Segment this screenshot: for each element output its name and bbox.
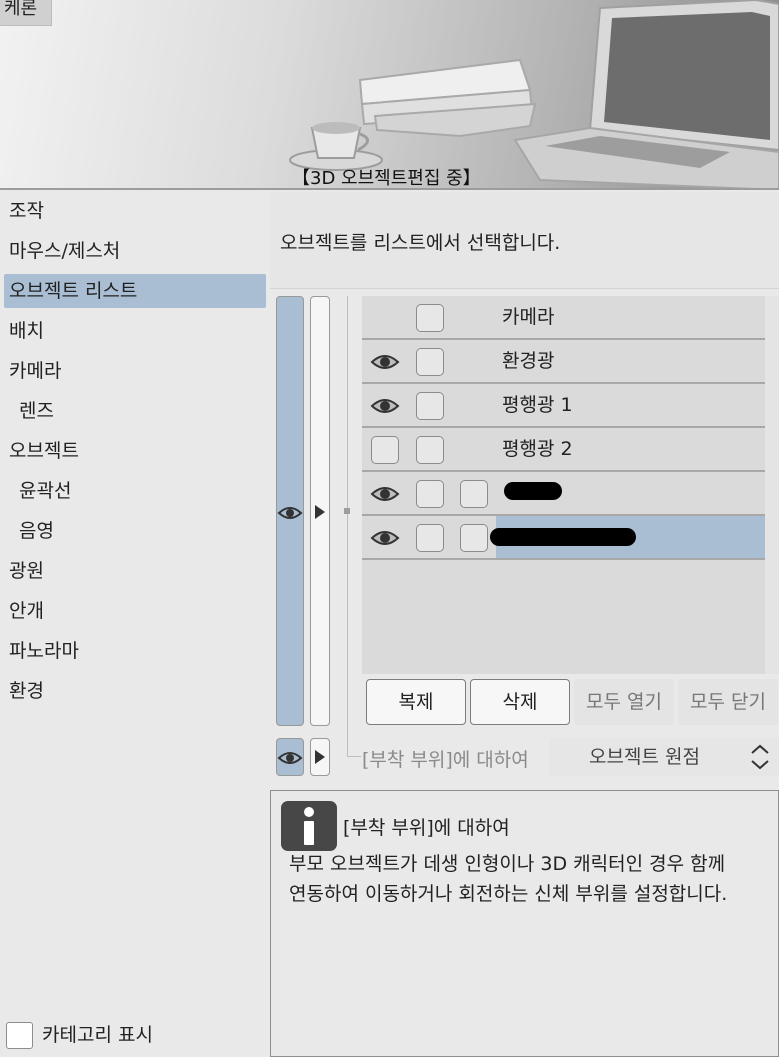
redacted-label [490, 528, 636, 546]
list-item[interactable] [362, 472, 765, 516]
tree-connector [347, 296, 348, 756]
duplicate-button[interactable]: 복제 [366, 679, 466, 725]
sidebar-item-environment[interactable]: 환경 [4, 674, 266, 708]
list-item[interactable]: 평행광 1 [362, 384, 765, 428]
attachment-label: [부착 부위]에 대하여 [362, 749, 529, 771]
expand-toggle-small[interactable] [310, 738, 330, 776]
list-item-label: 평행광 2 [502, 438, 573, 460]
visibility-column[interactable] [276, 296, 304, 726]
extra-checkbox[interactable] [460, 480, 488, 508]
extra-checkbox[interactable] [460, 524, 488, 552]
sidebar-item-object[interactable]: 오브젝트 [4, 434, 266, 468]
list-item-selected[interactable] [362, 516, 765, 560]
sidebar-nav: 조작 마우스/제스처 오브젝트 리스트 배치 카메라 렌즈 오브젝트 윤곽선 음… [0, 192, 270, 1057]
eye-icon[interactable] [370, 352, 400, 372]
lock-checkbox[interactable] [416, 480, 444, 508]
tree-connector-branch [347, 756, 361, 757]
preview-caption: 【3D 오브젝트편집 중】 [292, 168, 481, 189]
sidebar-item-lens[interactable]: 렌즈 [4, 394, 266, 428]
eye-icon [277, 507, 303, 519]
sidebar-item-camera[interactable]: 카메라 [4, 354, 266, 388]
lock-checkbox[interactable] [416, 436, 444, 464]
lock-checkbox[interactable] [416, 304, 444, 332]
sidebar-item-mouse-gesture[interactable]: 마우스/제스처 [4, 234, 266, 268]
page-description: 오브젝트를 리스트에서 선택합니다. [280, 232, 561, 254]
eye-icon[interactable] [370, 484, 400, 504]
preview-tag: 케론 [0, 0, 52, 26]
eye-icon[interactable] [370, 528, 400, 548]
list-item-label: 환경광 [502, 350, 555, 372]
redacted-label [504, 482, 562, 500]
help-body: 부모 오브젝트가 데생 인형이나 3D 캐릭터인 경우 함께 연동하여 이동하거… [289, 849, 769, 909]
attachment-select[interactable]: 오브젝트 원점 [549, 738, 779, 776]
sidebar-item-operation[interactable]: 조작 [4, 194, 266, 228]
chevron-up-down-icon [751, 744, 769, 770]
attachment-select-value: 오브젝트 원점 [589, 746, 700, 768]
list-item[interactable]: 환경광 [362, 340, 765, 384]
sidebar-item-panorama[interactable]: 파노라마 [4, 634, 266, 668]
sidebar-item-fog[interactable]: 안개 [4, 594, 266, 628]
object-list: 카메라 환경광 평행광 1 평행광 2 [362, 296, 765, 674]
list-scrollbar[interactable] [765, 296, 779, 674]
sidebar-item-shading[interactable]: 음영 [4, 514, 266, 548]
info-icon [281, 801, 337, 851]
content-panel: 오브젝트를 리스트에서 선택합니다. 카메라 환경광 평행광 1 평행광 2 복… [270, 192, 779, 1057]
close-all-button[interactable]: 모두 닫기 [678, 679, 778, 725]
help-body-line: 부모 오브젝트가 데생 인형이나 3D 캐릭터인 경우 함께 [289, 853, 726, 875]
open-all-button[interactable]: 모두 열기 [574, 679, 674, 725]
desk-illustration [289, 0, 779, 188]
list-item-label: 카메라 [502, 306, 555, 328]
eye-icon[interactable] [370, 396, 400, 416]
category-display-checkbox[interactable] [6, 1022, 33, 1049]
help-box: [부착 부위]에 대하여 부모 오브젝트가 데생 인형이나 3D 캐릭터인 경우… [270, 790, 779, 1057]
sidebar-item-placement[interactable]: 배치 [4, 314, 266, 348]
tree-node-marker [344, 508, 350, 514]
lock-checkbox[interactable] [416, 392, 444, 420]
delete-button[interactable]: 삭제 [470, 679, 570, 725]
help-title: [부착 부위]에 대하여 [343, 817, 510, 839]
sidebar-item-outline[interactable]: 윤곽선 [4, 474, 266, 508]
list-item[interactable]: 카메라 [362, 296, 765, 340]
sidebar-item-object-list[interactable]: 오브젝트 리스트 [4, 274, 266, 308]
description-band: 오브젝트를 리스트에서 선택합니다. [270, 192, 779, 289]
triangle-right-icon [315, 505, 325, 519]
visibility-toggle-small[interactable] [276, 738, 304, 776]
list-item-label: 평행광 1 [502, 394, 573, 416]
expand-column[interactable] [310, 296, 330, 726]
triangle-right-icon [315, 750, 325, 764]
help-body-line: 연동하여 이동하거나 회전하는 신체 부위를 설정합니다. [289, 883, 728, 905]
lock-checkbox[interactable] [416, 524, 444, 552]
sidebar-item-light-source[interactable]: 광원 [4, 554, 266, 588]
category-display-label: 카테고리 표시 [42, 1024, 153, 1046]
visibility-checkbox[interactable] [371, 436, 399, 464]
preview-banner: 케론 【3D 오브젝트편집 중】 [0, 0, 779, 190]
list-item[interactable]: 평행광 2 [362, 428, 765, 472]
eye-icon [277, 752, 303, 764]
lock-checkbox[interactable] [416, 348, 444, 376]
